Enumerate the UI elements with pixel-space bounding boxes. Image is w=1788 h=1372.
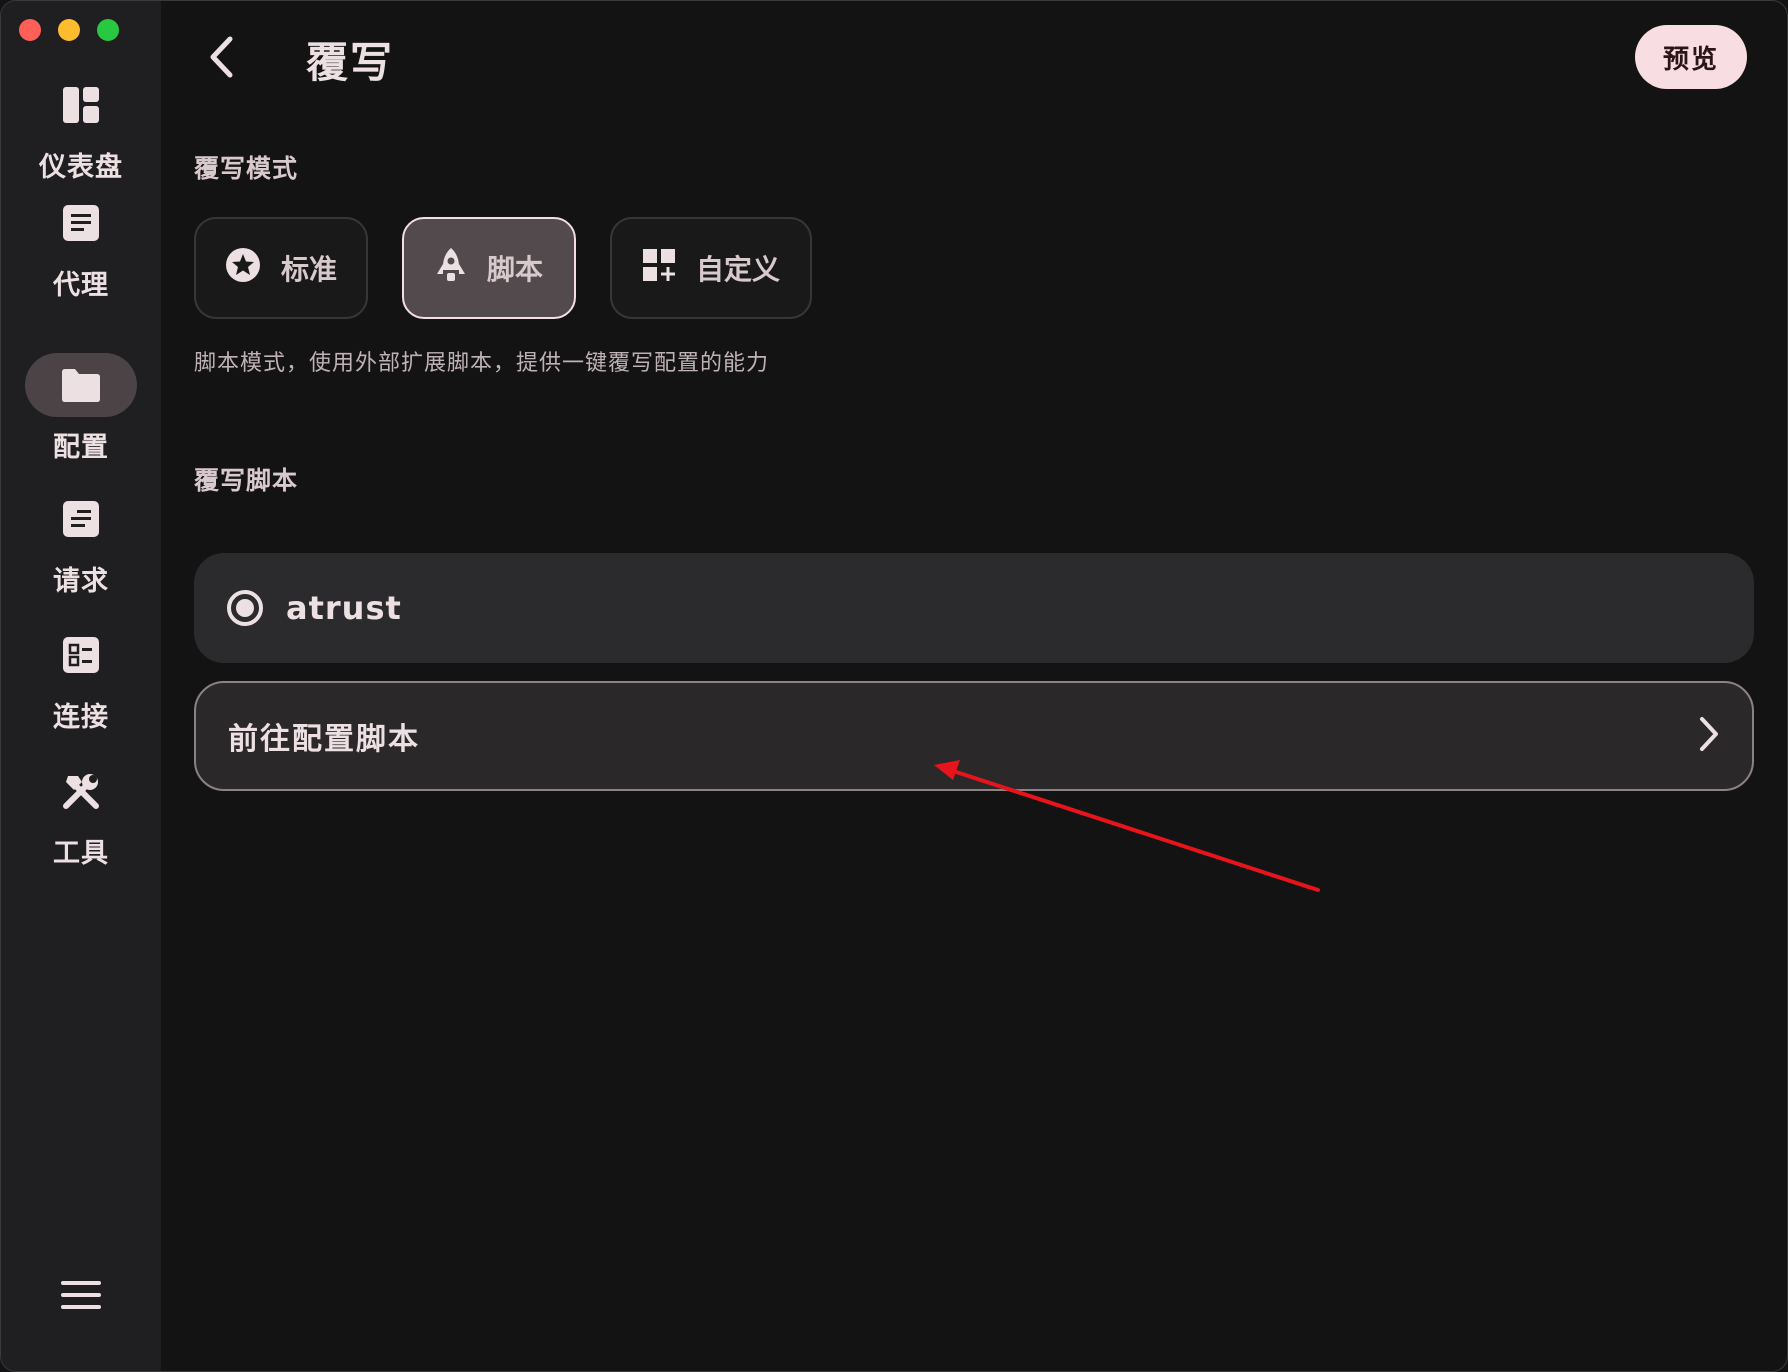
script-section-label: 覆写脚本	[194, 466, 299, 495]
zoom-window-button[interactable]	[97, 19, 119, 41]
sidebar-item-tools[interactable]: 工具	[1, 759, 161, 879]
sidebar-item-label: 工具	[53, 838, 109, 869]
page-title: 覆写	[306, 38, 395, 87]
sidebar-item-connections[interactable]: 连接	[1, 623, 161, 743]
mode-label: 标准	[280, 253, 337, 286]
menu-icon[interactable]	[57, 1275, 105, 1315]
dashboard-icon	[25, 73, 137, 137]
sidebar-item-proxy[interactable]: 代理	[1, 191, 161, 311]
script-list-item[interactable]: atrust	[194, 553, 1754, 663]
sidebar-item-label: 请求	[53, 566, 109, 597]
sidebar-item-label: 代理	[53, 270, 109, 301]
mode-script-button[interactable]: 脚本	[402, 217, 576, 319]
widgets-add-icon	[642, 248, 676, 289]
chevron-right-icon	[1698, 716, 1720, 756]
mode-section-label: 覆写模式	[194, 154, 299, 183]
mode-label: 自定义	[695, 253, 780, 286]
mode-description: 脚本模式，使用外部扩展脚本，提供一键覆写配置的能力	[194, 351, 770, 376]
rocket-icon	[435, 246, 467, 291]
goto-config-script-label: 前往配置脚本	[228, 722, 420, 757]
sidebar: 仪表盘 代理 配置 请求 连接 工具	[1, 1, 161, 1371]
app-window: 仪表盘 代理 配置 请求 连接 工具 覆写 预览 覆写模式 标准 脚本 自定义 …	[0, 0, 1788, 1372]
sidebar-item-label: 仪表盘	[39, 152, 123, 183]
preview-button[interactable]: 预览	[1635, 25, 1747, 89]
sidebar-item-config[interactable]: 配置	[1, 353, 161, 473]
mode-custom-button[interactable]: 自定义	[610, 217, 812, 319]
mode-label: 脚本	[486, 253, 543, 286]
request-icon	[25, 487, 137, 551]
radio-selected-icon[interactable]	[226, 589, 264, 627]
close-window-button[interactable]	[19, 19, 41, 41]
sidebar-item-dashboard[interactable]: 仪表盘	[1, 73, 161, 193]
document-icon	[25, 191, 137, 255]
mode-standard-button[interactable]: 标准	[194, 217, 368, 319]
tools-icon	[25, 759, 137, 823]
script-name: atrust	[286, 589, 402, 627]
minimize-window-button[interactable]	[58, 19, 80, 41]
sidebar-item-label: 配置	[53, 432, 109, 463]
back-arrow-icon	[208, 36, 234, 82]
back-button[interactable]	[197, 29, 245, 89]
sidebar-item-label: 连接	[53, 702, 109, 733]
sidebar-item-requests[interactable]: 请求	[1, 487, 161, 607]
connection-icon	[25, 623, 137, 687]
goto-config-script-button[interactable]: 前往配置脚本	[194, 681, 1754, 791]
star-circle-icon	[225, 247, 261, 290]
folder-icon	[25, 353, 137, 417]
